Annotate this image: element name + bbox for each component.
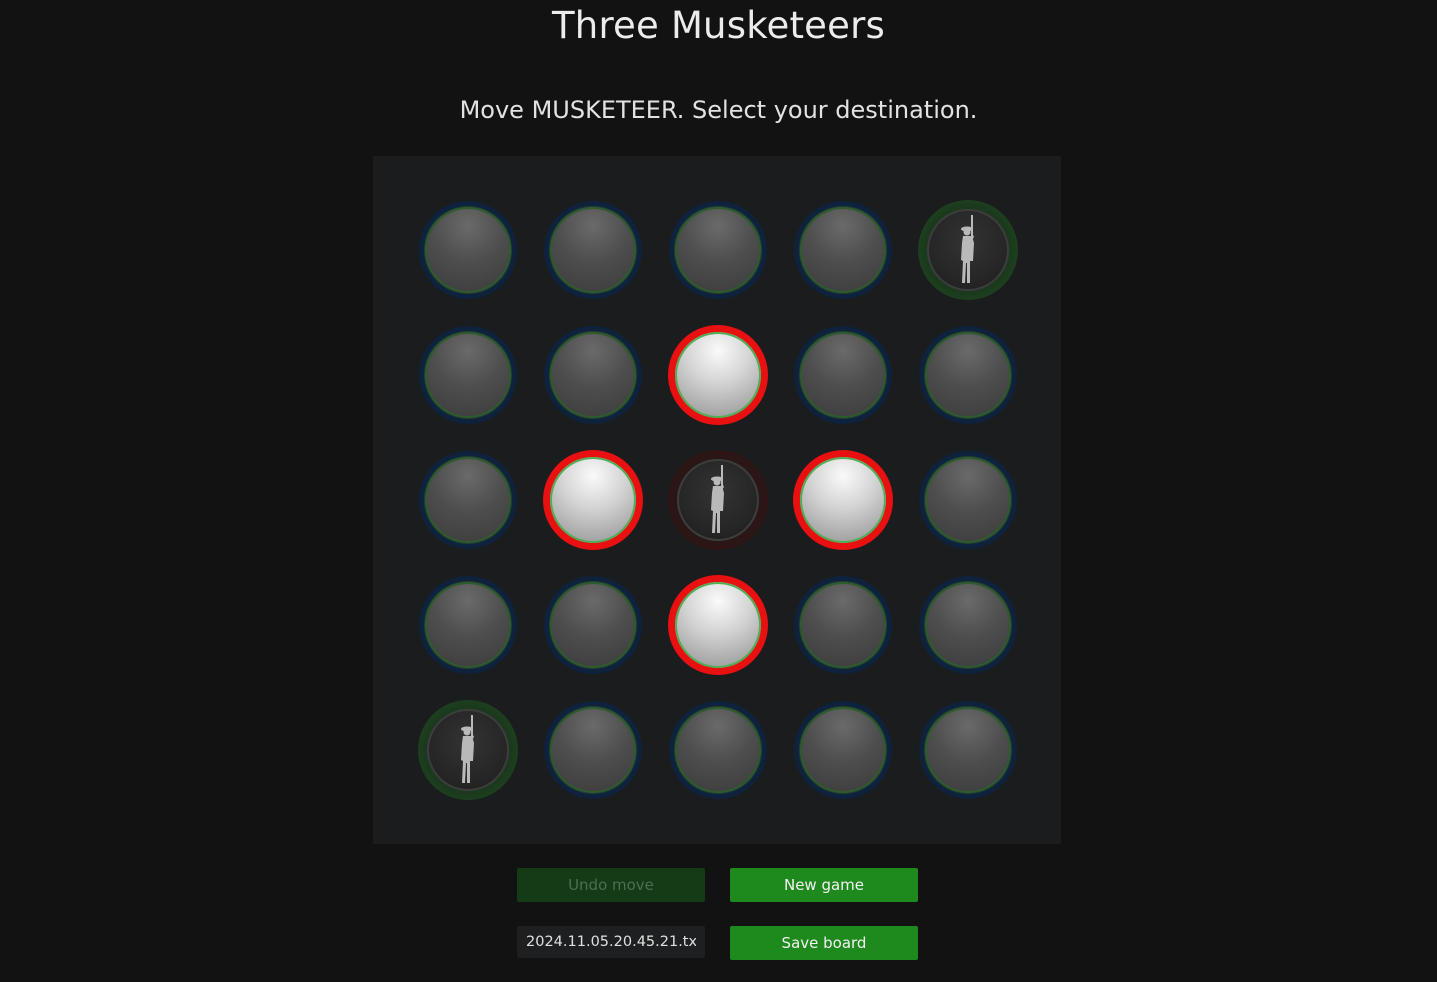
empty-slot	[675, 207, 761, 293]
empty-slot	[800, 332, 886, 418]
musketeer-disc	[427, 709, 509, 791]
page-title: Three Musketeers	[552, 4, 885, 47]
empty-slot	[425, 332, 511, 418]
board-cell-empty[interactable]	[793, 325, 893, 425]
empty-slot	[800, 707, 886, 793]
board-cell-empty[interactable]	[418, 575, 518, 675]
musketeer-icon	[711, 465, 724, 533]
empty-slot	[800, 207, 886, 293]
board-cell-empty[interactable]	[543, 325, 643, 425]
empty-slot	[550, 582, 636, 668]
musketeer-piece[interactable]	[918, 200, 1018, 300]
empty-slot	[925, 457, 1011, 543]
enemy-piece[interactable]	[668, 575, 768, 675]
undo-move-button[interactable]: Undo move	[517, 868, 705, 902]
musketeer-icon	[961, 215, 974, 283]
empty-slot	[425, 582, 511, 668]
new-game-button[interactable]: New game	[730, 868, 918, 902]
enemy-disc	[800, 457, 886, 543]
empty-slot	[675, 707, 761, 793]
board-cell-empty[interactable]	[418, 450, 518, 550]
musketeer-disc	[677, 459, 759, 541]
board-cell-empty[interactable]	[668, 700, 768, 800]
board-cell-empty[interactable]	[543, 200, 643, 300]
game-board	[373, 156, 1061, 844]
empty-slot	[425, 207, 511, 293]
empty-slot	[925, 582, 1011, 668]
board-cell-empty[interactable]	[543, 575, 643, 675]
board-cell-empty[interactable]	[918, 700, 1018, 800]
empty-slot	[550, 332, 636, 418]
empty-slot	[800, 582, 886, 668]
empty-slot	[550, 207, 636, 293]
empty-slot	[925, 707, 1011, 793]
board-cell-empty[interactable]	[418, 200, 518, 300]
board-cell-empty[interactable]	[918, 575, 1018, 675]
filename-input[interactable]	[517, 926, 705, 958]
enemy-piece[interactable]	[793, 450, 893, 550]
board-cell-empty[interactable]	[543, 700, 643, 800]
board-cell-empty[interactable]	[918, 325, 1018, 425]
musketeer-icon	[461, 715, 474, 783]
board-cell-empty[interactable]	[418, 325, 518, 425]
musketeer-piece[interactable]	[418, 700, 518, 800]
enemy-disc	[550, 457, 636, 543]
save-board-button[interactable]: Save board	[730, 926, 918, 960]
board-cell-empty[interactable]	[918, 450, 1018, 550]
enemy-piece[interactable]	[668, 325, 768, 425]
empty-slot	[925, 332, 1011, 418]
musketeer-disc	[927, 209, 1009, 291]
musketeer-piece-selected[interactable]	[668, 450, 768, 550]
board-cell-empty[interactable]	[793, 700, 893, 800]
empty-slot	[425, 457, 511, 543]
board-cell-empty[interactable]	[793, 575, 893, 675]
status-message: Move MUSKETEER. Select your destination.	[459, 96, 978, 124]
empty-slot	[550, 707, 636, 793]
board-cell-empty[interactable]	[793, 200, 893, 300]
board-cell-empty[interactable]	[668, 200, 768, 300]
enemy-disc	[675, 582, 761, 668]
enemy-disc	[675, 332, 761, 418]
enemy-piece[interactable]	[543, 450, 643, 550]
